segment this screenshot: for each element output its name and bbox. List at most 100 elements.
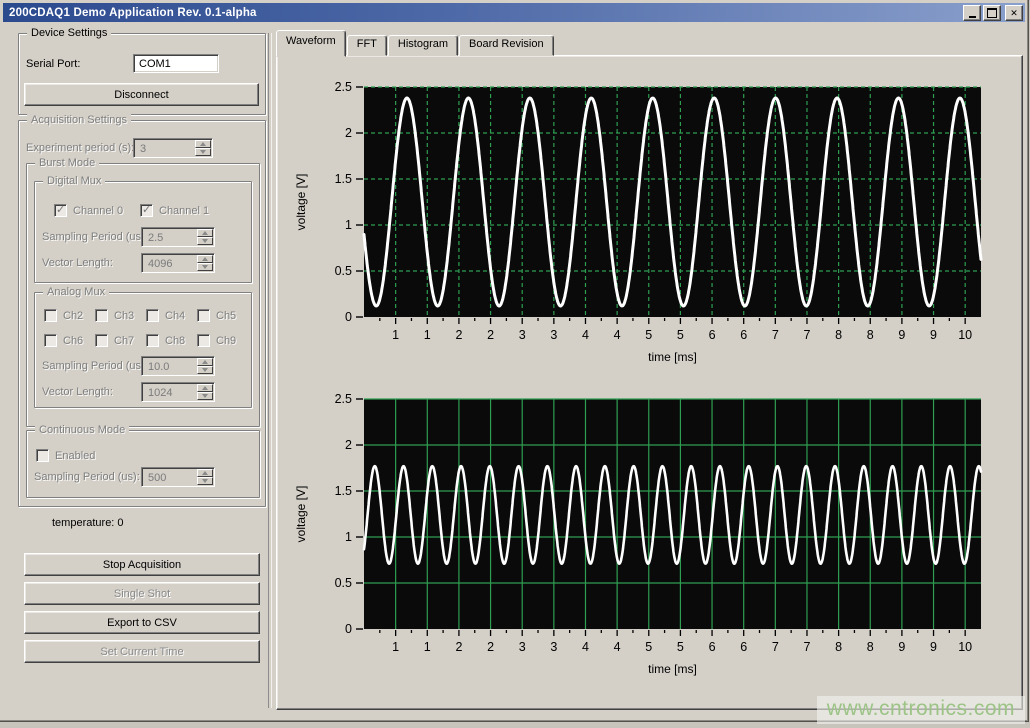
analog-waveform-chart: 00.511.522.511223344556677889910time [ms… [287, 386, 1009, 686]
digital-sampling-period-label: Sampling Period (us): [42, 231, 148, 243]
spin-up-icon[interactable] [197, 255, 213, 263]
ch2-checkbox[interactable]: Ch2 [44, 309, 83, 322]
svg-text:2: 2 [345, 126, 352, 140]
ch8-checkbox[interactable]: Ch8 [146, 334, 185, 347]
ch9-checkbox[interactable]: Ch9 [197, 334, 236, 347]
svg-text:voltage [V]: voltage [V] [294, 174, 308, 231]
serial-port-label: Serial Port: [26, 58, 80, 70]
minimize-button[interactable] [963, 5, 981, 21]
svg-text:1: 1 [345, 530, 352, 544]
svg-text:voltage [V]: voltage [V] [294, 486, 308, 543]
spin-down-icon[interactable] [197, 263, 213, 271]
disconnect-button[interactable]: Disconnect [24, 83, 259, 106]
analog-sampling-period-spinner[interactable]: 10.0 [141, 356, 215, 376]
acquisition-settings-group-label: Acquisition Settings [27, 114, 131, 127]
svg-text:7: 7 [803, 640, 810, 654]
channel0-checkbox[interactable]: Channel 0 [54, 204, 123, 217]
spin-down-icon[interactable] [197, 237, 213, 245]
checkbox-icon [146, 309, 159, 322]
svg-text:0: 0 [345, 310, 352, 324]
ch5-checkbox[interactable]: Ch5 [197, 309, 236, 322]
tab-fft[interactable]: FFT [347, 35, 387, 56]
analog-sampling-period-label: Sampling Period (us): [42, 360, 148, 372]
stop-acquisition-button[interactable]: Stop Acquisition [24, 553, 260, 576]
digital-mux-group-label: Digital Mux [43, 175, 105, 188]
close-button[interactable]: ✕ [1005, 5, 1023, 21]
svg-text:9: 9 [930, 640, 937, 654]
svg-text:5: 5 [677, 328, 684, 342]
digital-waveform-chart: 00.511.522.511223344556677889910time [ms… [287, 74, 1009, 374]
svg-text:8: 8 [835, 328, 842, 342]
ch7-checkbox[interactable]: Ch7 [95, 334, 134, 347]
svg-text:1: 1 [424, 640, 431, 654]
svg-text:1: 1 [345, 218, 352, 232]
svg-text:6: 6 [740, 640, 747, 654]
checkbox-icon [36, 449, 49, 462]
svg-text:3: 3 [519, 640, 526, 654]
single-shot-button[interactable]: Single Shot [24, 582, 260, 605]
svg-text:2: 2 [455, 640, 462, 654]
application-window: 200CDAQ1 Demo Application Rev. 0.1-alpha… [0, 0, 1030, 728]
continuous-mode-group-label: Continuous Mode [35, 424, 129, 437]
svg-text:9: 9 [930, 328, 937, 342]
close-icon: ✕ [1010, 9, 1018, 18]
svg-text:7: 7 [803, 328, 810, 342]
tab-board-revision[interactable]: Board Revision [459, 35, 554, 56]
ch4-checkbox[interactable]: Ch4 [146, 309, 185, 322]
tab-strip: Waveform FFT Histogram Board Revision [278, 37, 555, 56]
svg-text:1: 1 [392, 328, 399, 342]
spin-up-icon[interactable] [197, 358, 213, 366]
continuous-enabled-checkbox[interactable]: Enabled [36, 449, 95, 462]
digital-vector-length-label: Vector Length: [42, 257, 113, 269]
svg-text:2.5: 2.5 [335, 80, 352, 94]
checkbox-icon [95, 334, 108, 347]
svg-text:2: 2 [455, 328, 462, 342]
svg-text:3: 3 [519, 328, 526, 342]
serial-port-input[interactable]: COM1 [133, 54, 219, 73]
spin-up-icon[interactable] [195, 140, 211, 148]
ch3-checkbox[interactable]: Ch3 [95, 309, 134, 322]
svg-text:2.5: 2.5 [335, 392, 352, 406]
continuous-sampling-period-spinner[interactable]: 500 [141, 467, 215, 487]
ch6-checkbox[interactable]: Ch6 [44, 334, 83, 347]
export-to-csv-button[interactable]: Export to CSV [24, 611, 260, 634]
svg-text:1.5: 1.5 [335, 484, 352, 498]
channel1-checkbox[interactable]: Channel 1 [140, 204, 209, 217]
title-bar[interactable]: 200CDAQ1 Demo Application Rev. 0.1-alpha… [3, 3, 1025, 22]
analog-mux-group-label: Analog Mux [43, 286, 109, 299]
spin-down-icon[interactable] [197, 392, 213, 400]
digital-vector-length-spinner[interactable]: 4096 [141, 253, 215, 273]
checkbox-icon [197, 309, 210, 322]
spin-up-icon[interactable] [197, 469, 213, 477]
svg-text:time [ms]: time [ms] [648, 350, 697, 364]
svg-text:2: 2 [345, 438, 352, 452]
watermark: www.cntronics.com [817, 696, 1025, 724]
tab-histogram[interactable]: Histogram [388, 35, 458, 56]
svg-text:6: 6 [709, 640, 716, 654]
svg-text:1: 1 [424, 328, 431, 342]
checkbox-icon [44, 309, 57, 322]
analog-vector-length-spinner[interactable]: 1024 [141, 382, 215, 402]
svg-text:0.5: 0.5 [335, 264, 352, 278]
window-title: 200CDAQ1 Demo Application Rev. 0.1-alpha [9, 7, 257, 19]
svg-text:9: 9 [898, 328, 905, 342]
spin-down-icon[interactable] [195, 148, 211, 156]
continuous-sampling-period-label: Sampling Period (us): [34, 471, 140, 483]
svg-text:8: 8 [867, 640, 874, 654]
spin-down-icon[interactable] [197, 366, 213, 374]
svg-text:9: 9 [898, 640, 905, 654]
tab-waveform[interactable]: Waveform [276, 30, 346, 57]
digital-sampling-period-spinner[interactable]: 2.5 [141, 227, 215, 247]
svg-text:1.5: 1.5 [335, 172, 352, 186]
checkbox-icon [146, 334, 159, 347]
svg-text:0: 0 [345, 622, 352, 636]
svg-text:1: 1 [392, 640, 399, 654]
spin-down-icon[interactable] [197, 477, 213, 485]
spin-up-icon[interactable] [197, 384, 213, 392]
maximize-button[interactable] [983, 5, 1001, 21]
svg-text:0.5: 0.5 [335, 576, 352, 590]
set-current-time-button[interactable]: Set Current Time [24, 640, 260, 663]
window-frame: 200CDAQ1 Demo Application Rev. 0.1-alpha… [0, 0, 1029, 722]
spin-up-icon[interactable] [197, 229, 213, 237]
experiment-period-spinner[interactable]: 3 [133, 138, 213, 158]
